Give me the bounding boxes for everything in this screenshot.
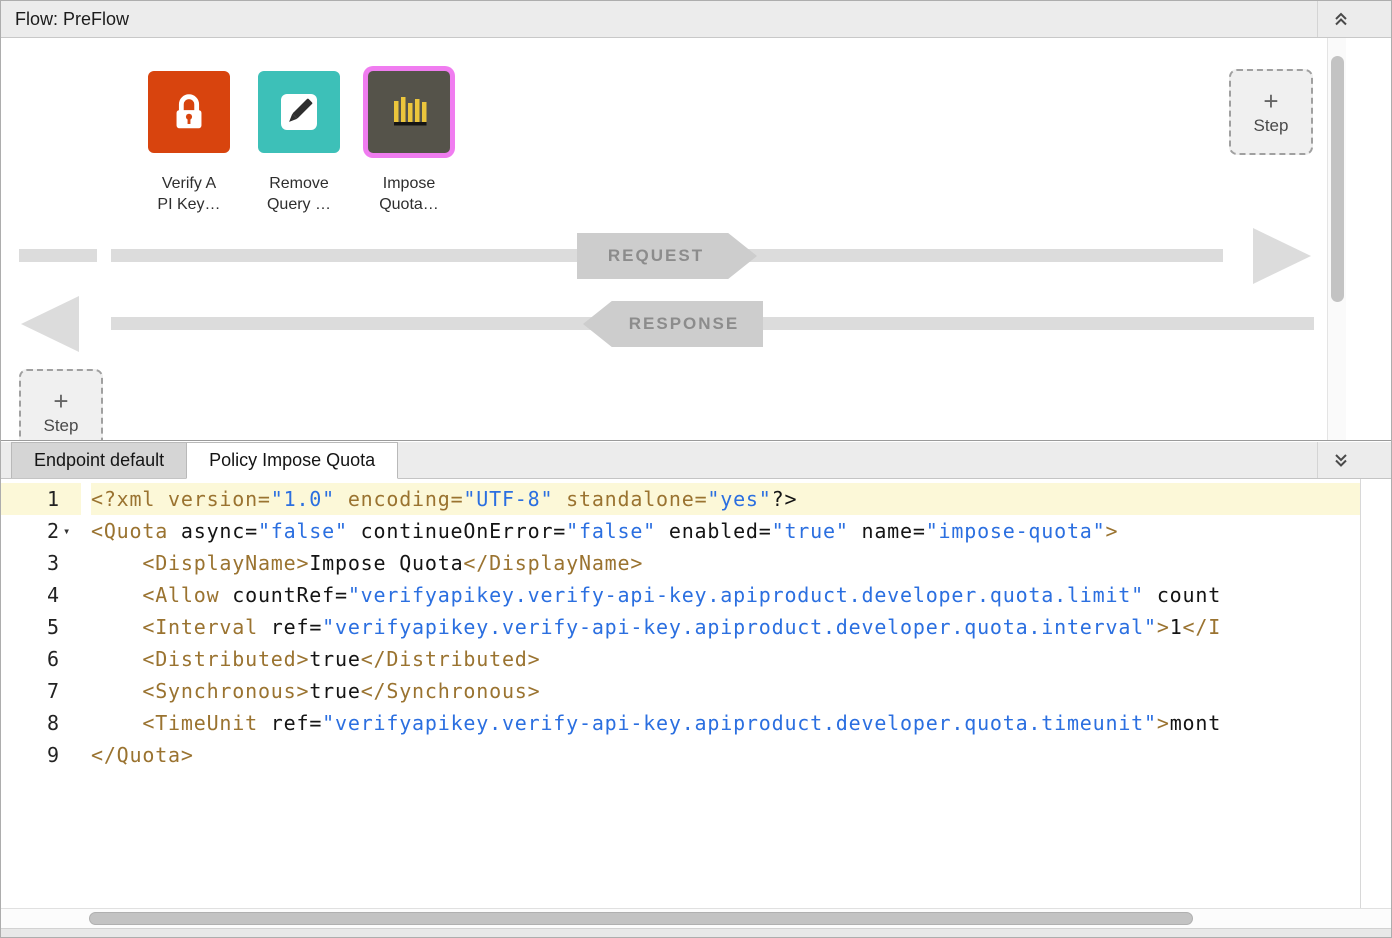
line-number-4[interactable]: 4 bbox=[1, 579, 81, 611]
tab-policy-impose-quota[interactable]: Policy Impose Quota bbox=[186, 442, 398, 479]
code-line-6[interactable]: <Distributed>true</Distributed> bbox=[91, 643, 1360, 675]
fold-caret-icon[interactable]: ▾ bbox=[59, 524, 81, 538]
flow-pane: Flow: PreFlow Verify API Key… RemoveQuery… bbox=[1, 1, 1391, 441]
policy-list: Verify API Key… RemoveQuery … ImposeQuota… bbox=[141, 71, 457, 215]
response-badge: RESPONSE bbox=[583, 301, 763, 347]
tab-bar: Endpoint defaultPolicy Impose Quota bbox=[1, 442, 1391, 479]
code-editor[interactable]: 12▾3456789 <?xml version="1.0" encoding=… bbox=[1, 479, 1361, 908]
add-step-button-request[interactable]: + Step bbox=[1229, 69, 1313, 155]
editor-pane: Endpoint defaultPolicy Impose Quota 12▾3… bbox=[1, 442, 1391, 937]
editor-hscrollbar-thumb[interactable] bbox=[89, 912, 1193, 925]
plus-icon: + bbox=[53, 389, 68, 413]
request-label: REQUEST bbox=[608, 246, 704, 266]
double-chevron-up-icon bbox=[1332, 10, 1350, 28]
request-badge: REQUEST bbox=[577, 233, 757, 279]
code-line-9[interactable]: </Quota> bbox=[91, 739, 1360, 771]
window-bottom-edge bbox=[1, 928, 1391, 937]
request-line-stub bbox=[19, 249, 97, 262]
policy-remove-query-param[interactable]: RemoveQuery … bbox=[251, 71, 347, 215]
pencil-icon bbox=[258, 71, 340, 153]
line-number-3[interactable]: 3 bbox=[1, 547, 81, 579]
apigee-flow-editor: Flow: PreFlow Verify API Key… RemoveQuery… bbox=[0, 0, 1392, 938]
add-step-button-response[interactable]: + Step bbox=[19, 369, 103, 440]
code-lines: <?xml version="1.0" encoding="UTF-8" sta… bbox=[81, 479, 1360, 908]
line-number-9[interactable]: 9 bbox=[1, 739, 81, 771]
line-number-6[interactable]: 6 bbox=[1, 643, 81, 675]
line-number-5[interactable]: 5 bbox=[1, 611, 81, 643]
policy-label: Verify API Key… bbox=[157, 173, 220, 215]
line-number-7[interactable]: 7 bbox=[1, 675, 81, 707]
line-number-8[interactable]: 8 bbox=[1, 707, 81, 739]
editor-hscrollbar-track[interactable] bbox=[1, 908, 1391, 928]
code-line-3[interactable]: <DisplayName>Impose Quota</DisplayName> bbox=[91, 547, 1360, 579]
tab-endpoint-default[interactable]: Endpoint default bbox=[11, 442, 187, 478]
add-step-label: Step bbox=[44, 416, 79, 436]
flow-title: Flow: PreFlow bbox=[15, 9, 129, 30]
code-line-1[interactable]: <?xml version="1.0" encoding="UTF-8" sta… bbox=[91, 483, 1360, 515]
code-line-2[interactable]: <Quota async="false" continueOnError="fa… bbox=[91, 515, 1360, 547]
code-line-7[interactable]: <Synchronous>true</Synchronous> bbox=[91, 675, 1360, 707]
lock-icon bbox=[148, 71, 230, 153]
gutter: 12▾3456789 bbox=[1, 479, 81, 908]
flow-header: Flow: PreFlow bbox=[1, 1, 1391, 38]
flow-scrollbar-thumb[interactable] bbox=[1331, 56, 1344, 302]
flow-canvas: Verify API Key… RemoveQuery … ImposeQuota…… bbox=[1, 38, 1391, 440]
code-line-4[interactable]: <Allow countRef="verifyapikey.verify-api… bbox=[91, 579, 1360, 611]
bar-chart-icon bbox=[368, 71, 450, 153]
policy-label: ImposeQuota… bbox=[379, 173, 439, 215]
request-arrowhead-icon bbox=[1253, 228, 1311, 284]
line-number-2[interactable]: 2▾ bbox=[1, 515, 81, 547]
code-line-5[interactable]: <Interval ref="verifyapikey.verify-api-k… bbox=[91, 611, 1360, 643]
double-chevron-down-icon bbox=[1332, 451, 1350, 469]
code-line-8[interactable]: <TimeUnit ref="verifyapikey.verify-api-k… bbox=[91, 707, 1360, 739]
line-number-1[interactable]: 1 bbox=[1, 483, 81, 515]
flow-scrollbar-track[interactable] bbox=[1327, 38, 1346, 440]
policy-verify-api-key[interactable]: Verify API Key… bbox=[141, 71, 237, 215]
plus-icon: + bbox=[1263, 89, 1278, 113]
add-step-label: Step bbox=[1254, 116, 1289, 136]
response-label: RESPONSE bbox=[629, 314, 739, 334]
collapse-flow-button[interactable] bbox=[1317, 1, 1363, 37]
policy-impose-quota[interactable]: ImposeQuota… bbox=[361, 71, 457, 215]
response-arrowhead-icon bbox=[21, 296, 79, 352]
tabs: Endpoint defaultPolicy Impose Quota bbox=[11, 442, 398, 478]
policy-label: RemoveQuery … bbox=[267, 173, 331, 215]
collapse-editor-button[interactable] bbox=[1317, 442, 1363, 478]
